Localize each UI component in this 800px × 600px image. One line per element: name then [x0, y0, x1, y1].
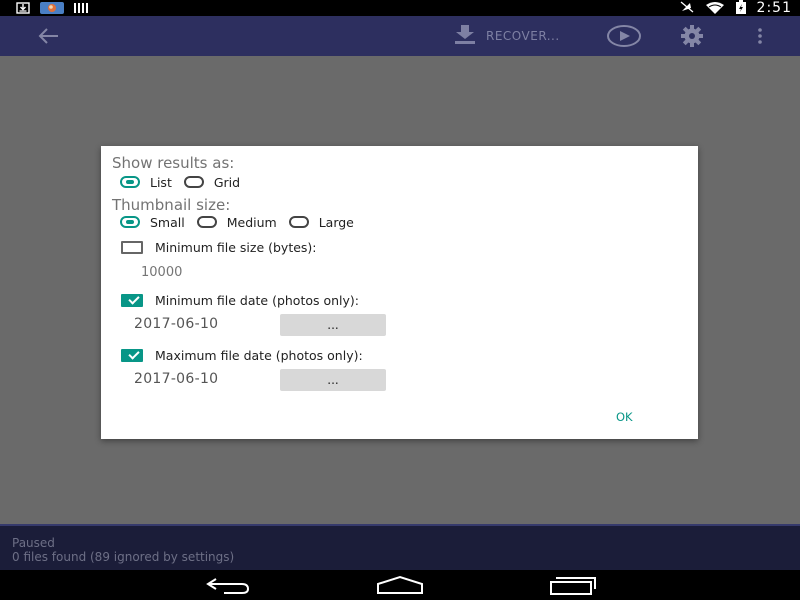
download-icon: [452, 24, 478, 48]
max-date-value: 2017-06-10: [134, 371, 219, 387]
radio-large[interactable]: Large: [288, 214, 354, 230]
play-circle-icon: [606, 25, 642, 52]
radio-list-label: List: [150, 174, 172, 190]
radio-list[interactable]: List: [120, 175, 172, 190]
nav-back-button[interactable]: [204, 575, 252, 595]
min-file-date-checkbox[interactable]: Minimum file date (photos only):: [121, 292, 359, 308]
min-file-date-label: Minimum file date (photos only):: [155, 292, 360, 308]
radio-list-indicator: [120, 176, 140, 188]
status-footer: Paused 0 files found (89 ignored by sett…: [0, 524, 800, 572]
nav-home-icon: [375, 575, 425, 599]
radio-small-indicator: [120, 216, 140, 228]
radio-medium-label: Medium: [226, 214, 277, 230]
show-results-group: List Grid: [120, 174, 252, 190]
max-file-date-label: Maximum file date (photos only):: [155, 347, 363, 363]
download-icon: [16, 0, 30, 18]
app-thumbnail-icon: [40, 0, 64, 18]
settings-button[interactable]: [681, 25, 703, 47]
battery-charging-icon: [735, 0, 747, 18]
status-bar-notifications: [16, 1, 88, 15]
ok-button[interactable]: OK: [616, 410, 633, 424]
status-bar: 2:51: [0, 0, 800, 16]
min-file-size-checkbox[interactable]: Minimum file size (bytes):: [121, 239, 317, 255]
min-file-size-label: Minimum file size (bytes):: [155, 239, 317, 255]
radio-large-indicator: [288, 216, 309, 228]
radio-medium-indicator: [196, 216, 217, 228]
no-sim-icon: [679, 0, 695, 18]
max-date-picker-button[interactable]: ...: [280, 369, 386, 391]
max-file-date-box: [121, 348, 143, 362]
more-options-button[interactable]: [754, 26, 766, 46]
min-date-value: 2017-06-10: [134, 316, 219, 332]
settings-dialog: Show results as: List Grid Thumbnail siz…: [101, 146, 698, 439]
radio-grid-indicator: [183, 176, 204, 188]
scan-status-text: Paused: [12, 536, 55, 550]
radio-grid[interactable]: Grid: [183, 174, 241, 190]
wifi-icon: [705, 0, 725, 18]
min-date-picker-button[interactable]: ...: [280, 314, 386, 336]
radio-grid-label: Grid: [213, 174, 241, 190]
more-vertical-icon: [754, 28, 766, 50]
navigation-bar: [0, 570, 800, 600]
status-clock: 2:51: [756, 0, 792, 16]
radio-large-label: Large: [318, 214, 354, 230]
signal-bars-icon: [74, 0, 88, 18]
radio-medium[interactable]: Medium: [196, 214, 277, 230]
radio-small[interactable]: Small: [120, 215, 185, 230]
recover-button[interactable]: RECOVER...: [452, 24, 560, 48]
nav-home-button[interactable]: [375, 575, 425, 595]
nav-recents-icon: [548, 577, 598, 599]
min-file-size-box: [121, 240, 143, 254]
play-button[interactable]: [606, 24, 642, 48]
min-file-size-input[interactable]: [141, 262, 261, 282]
thumbnail-size-group: Small Medium Large: [120, 214, 366, 230]
status-bar-system: 2:51: [679, 0, 792, 16]
min-file-date-box: [121, 293, 143, 307]
thumbnail-size-heading: Thumbnail size:: [112, 196, 231, 214]
app-bar: RECOVER...: [0, 16, 800, 56]
arrow-left-icon: [36, 28, 62, 50]
nav-back-icon: [204, 578, 252, 599]
files-found-text: 0 files found (89 ignored by settings): [12, 550, 235, 564]
recover-label: RECOVER...: [486, 29, 560, 43]
show-results-heading: Show results as:: [112, 154, 235, 172]
max-file-date-checkbox[interactable]: Maximum file date (photos only):: [121, 347, 363, 363]
radio-small-label: Small: [150, 214, 185, 230]
gear-icon: [681, 25, 703, 51]
back-button[interactable]: [36, 26, 62, 46]
nav-recents-button[interactable]: [548, 575, 598, 595]
